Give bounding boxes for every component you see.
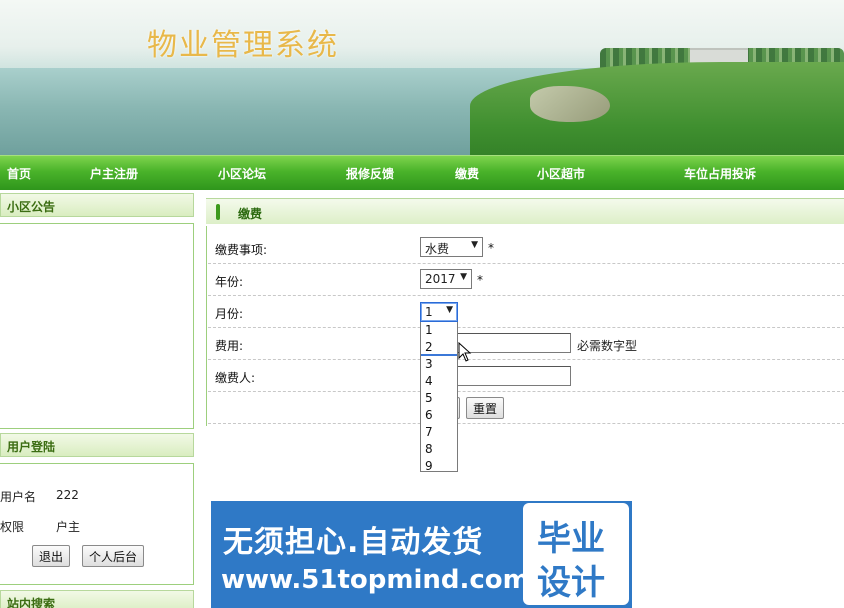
notice-title: 小区公告 [7, 200, 56, 214]
payment-item-value: 水费 [425, 242, 450, 256]
month-option[interactable]: 7 [421, 424, 457, 441]
personal-backend-button[interactable]: 个人后台 [82, 545, 145, 567]
watermark-url: www.51topmind.com [221, 565, 530, 595]
reset-button[interactable]: 重置 [466, 397, 505, 419]
month-dropdown-list[interactable]: 1 2 3 4 5 6 7 8 9 [420, 322, 458, 472]
banner-shore [530, 86, 610, 122]
nav-payment[interactable]: 缴费 [455, 165, 479, 182]
payment-item-select[interactable]: 水费 ▼ [420, 237, 483, 257]
year-select[interactable]: 2017 ▼ [420, 269, 472, 289]
search-header: 站内搜索 [0, 590, 194, 608]
fee-input[interactable] [455, 333, 571, 353]
login-title: 用户登陆 [7, 440, 56, 454]
login-header: 用户登陆 [0, 433, 194, 457]
role-value: 户主 [56, 520, 81, 534]
year-value: 2017 [425, 272, 456, 286]
watermark-badge-line1: 毕业 [537, 519, 605, 559]
nav-supermarket[interactable]: 小区超市 [537, 165, 585, 182]
payer-label: 缴费人: [215, 371, 256, 385]
notice-header: 小区公告 [0, 193, 194, 217]
fee-label: 费用: [215, 339, 244, 353]
role-label: 权限 [0, 520, 25, 534]
login-body: 用户名 222 权限 户主 退出 个人后台 [0, 463, 194, 585]
form-row-item: 缴费事项: [208, 232, 844, 264]
site-title: 物业管理系统 [147, 28, 339, 63]
payer-input[interactable] [455, 366, 571, 386]
nav-home[interactable]: 首页 [7, 165, 31, 182]
required-mark: * [488, 241, 494, 255]
watermark-banner: 无须担心.自动发货 www.51topmind.com 毕业 设计 [211, 501, 632, 608]
required-mark: * [477, 273, 483, 287]
username-label: 用户名 [0, 490, 37, 504]
month-value: 1 [425, 305, 433, 319]
username-value: 222 [56, 488, 79, 502]
nav-forum[interactable]: 小区论坛 [218, 165, 266, 182]
site-banner: 物业管理系统 [0, 0, 844, 155]
payment-form: 缴费事项: 年份: 月份: 费用: 缴费人: [206, 226, 844, 426]
payment-section-header: 缴费 [206, 198, 844, 224]
form-row-month: 月份: [208, 296, 844, 328]
month-option[interactable]: 6 [421, 407, 457, 424]
month-option[interactable]: 5 [421, 390, 457, 407]
item-label: 缴费事项: [215, 243, 268, 257]
main-nav: 首页 户主注册 小区论坛 报修反馈 缴费 小区超市 车位占用投诉 [0, 155, 844, 190]
form-row-actions [208, 392, 844, 424]
month-option[interactable]: 3 [421, 356, 457, 373]
section-title: 缴费 [238, 207, 263, 221]
section-marker-icon [216, 204, 220, 220]
month-option[interactable]: 9 [421, 458, 457, 471]
mouse-pointer-icon [458, 342, 472, 362]
nav-owner-register[interactable]: 户主注册 [90, 165, 138, 182]
month-option[interactable]: 1 [421, 322, 457, 339]
nav-repair-feedback[interactable]: 报修反馈 [346, 165, 394, 182]
month-select[interactable]: 1 ▼ [420, 302, 458, 322]
month-option[interactable]: 4 [421, 373, 457, 390]
watermark-badge: 毕业 设计 [523, 503, 629, 605]
nav-parking-complaint[interactable]: 车位占用投诉 [684, 165, 756, 182]
fee-hint: 必需数字型 [577, 339, 638, 353]
search-title: 站内搜索 [7, 597, 56, 608]
chevron-down-icon: ▼ [446, 305, 453, 315]
logout-button[interactable]: 退出 [32, 545, 71, 567]
notice-body [0, 223, 194, 429]
chevron-down-icon: ▼ [460, 272, 467, 282]
month-option[interactable]: 2 [421, 339, 457, 356]
month-label: 月份: [215, 307, 244, 321]
chevron-down-icon: ▼ [471, 240, 478, 250]
year-label: 年份: [215, 275, 244, 289]
watermark-line1: 无须担心.自动发货 [223, 525, 484, 560]
form-row-year: 年份: [208, 264, 844, 296]
watermark-badge-line2: 设计 [537, 563, 605, 603]
month-option[interactable]: 8 [421, 441, 457, 458]
